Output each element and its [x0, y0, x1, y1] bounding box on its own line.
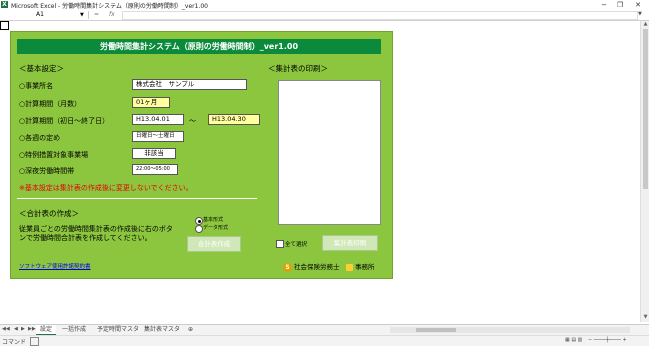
select-all-label: 全て選択: [285, 242, 308, 248]
total-section-title: ＜合計表の作成＞: [19, 209, 79, 218]
print-section-title: ＜集計表の印刷＞: [268, 64, 328, 73]
tab-batch-create[interactable]: 一括作成: [58, 325, 90, 334]
create-total-button[interactable]: 合計表作成: [187, 236, 241, 252]
view-layout-icon[interactable]: ▤: [571, 337, 576, 343]
tab-summary-master[interactable]: 集計表マスタ: [140, 325, 184, 334]
horizontal-scrollbar[interactable]: [390, 327, 630, 333]
basic-settings-title: ＜基本設定＞: [19, 64, 64, 73]
night-label: ○深夜労働時間帯: [19, 167, 75, 175]
night-field[interactable]: 22:00～05:00: [132, 164, 178, 175]
office-logo: 事務所: [346, 261, 375, 271]
system-panel: 労働時間集計システム（原則の労働時間制）_ver1.00 ＜基本設定＞ ○事業所…: [10, 31, 393, 279]
panel-header: 労働時間集計システム（原則の労働時間制）_ver1.00: [17, 39, 381, 54]
special-label: ○特例措置対象事業場: [19, 151, 89, 159]
period-label: ○計算期間（初日～終了日）: [19, 117, 110, 125]
restore-button[interactable]: ❐: [613, 0, 627, 10]
radio-basic-format[interactable]: [195, 217, 203, 225]
prev-sheet-icon[interactable]: ◀: [14, 326, 18, 332]
divider: [17, 198, 257, 199]
license-link[interactable]: ソフトウェア使用許諾契約書: [19, 262, 91, 270]
zoom-slider[interactable]: ────┼────: [594, 337, 621, 343]
vertical-scrollbar[interactable]: ▲ ▼: [640, 21, 649, 322]
office-icon: [346, 263, 353, 271]
last-sheet-icon[interactable]: ▶▶: [28, 326, 36, 332]
zoom-in-icon[interactable]: +: [622, 337, 626, 343]
add-sheet-icon[interactable]: ⊕: [184, 325, 197, 334]
week-label: ○各週の定め: [19, 134, 61, 142]
fx-icon[interactable]: = fx: [90, 11, 120, 19]
sharoushi-icon: S: [283, 262, 292, 272]
next-sheet-icon[interactable]: ▶: [21, 326, 25, 332]
special-field[interactable]: 非該当: [132, 148, 176, 159]
selected-cell[interactable]: [0, 21, 9, 30]
months-label: ○計算期間（月数）: [19, 100, 82, 108]
sheet-tab-bar: ◀◀ ◀ ▶ ▶▶ 設定 一括作成 予定時間マスタ 集計表マスタ ⊕: [0, 324, 649, 336]
scroll-up-icon[interactable]: ▲: [642, 21, 649, 27]
office-label: ○事業所名: [19, 82, 54, 90]
week-field[interactable]: 日曜日～土曜日: [132, 131, 184, 142]
expand-formula-icon[interactable]: ▼: [638, 11, 646, 19]
period-separator: ～: [189, 117, 196, 125]
radio-basic-label: 基本形式: [203, 217, 224, 223]
office-field[interactable]: 株式会社 サンプル: [132, 79, 247, 90]
settings-warning: ※基本設定は集計表の作成後に変更しないでください。: [19, 184, 193, 192]
scroll-thumb[interactable]: [643, 29, 648, 189]
zoom-control[interactable]: ▦ ▤ ▥ − ────┼──── +: [565, 337, 645, 345]
status-bar: コマンド ▦ ▤ ▥ − ────┼──── +: [0, 335, 649, 346]
excel-icon: X: [1, 1, 8, 8]
close-button[interactable]: ✕: [631, 0, 645, 10]
sharoushi-logo: S 社会保険労務士: [283, 261, 340, 272]
minimize-button[interactable]: −: [597, 0, 611, 10]
view-normal-icon[interactable]: ▦: [565, 337, 570, 343]
name-box-value: A1: [36, 11, 44, 18]
tab-schedule-master[interactable]: 予定時間マスタ: [93, 325, 143, 334]
total-description: 従業員ごとの労働時間集計表の作成後に右のボタンで労働時間合計表を作成してください…: [19, 225, 173, 242]
radio-data-format[interactable]: [195, 225, 203, 233]
view-break-icon[interactable]: ▥: [578, 337, 583, 343]
print-list[interactable]: [278, 80, 381, 225]
period-end-field[interactable]: H13.04.30: [208, 114, 260, 125]
select-all-checkbox[interactable]: [276, 240, 284, 248]
formula-bar: A1 ▼ = fx ▼: [0, 10, 649, 21]
first-sheet-icon[interactable]: ◀◀: [2, 326, 10, 332]
chevron-down-icon[interactable]: ▼: [80, 11, 84, 19]
hscroll-thumb[interactable]: [416, 328, 456, 332]
name-box[interactable]: A1 ▼: [0, 11, 89, 19]
period-start-field[interactable]: H13.04.01: [132, 114, 184, 125]
months-field[interactable]: 01ヶ月: [132, 97, 170, 108]
print-button[interactable]: 集計表印刷: [322, 235, 378, 251]
radio-data-label: データ形式: [203, 225, 229, 231]
window-title: Microsoft Excel - 労働時間集計システム（原則の労働時間制）_v…: [11, 3, 208, 10]
zoom-out-icon[interactable]: −: [588, 337, 592, 343]
formula-input[interactable]: [122, 11, 638, 20]
scroll-down-icon[interactable]: ▼: [642, 314, 649, 320]
